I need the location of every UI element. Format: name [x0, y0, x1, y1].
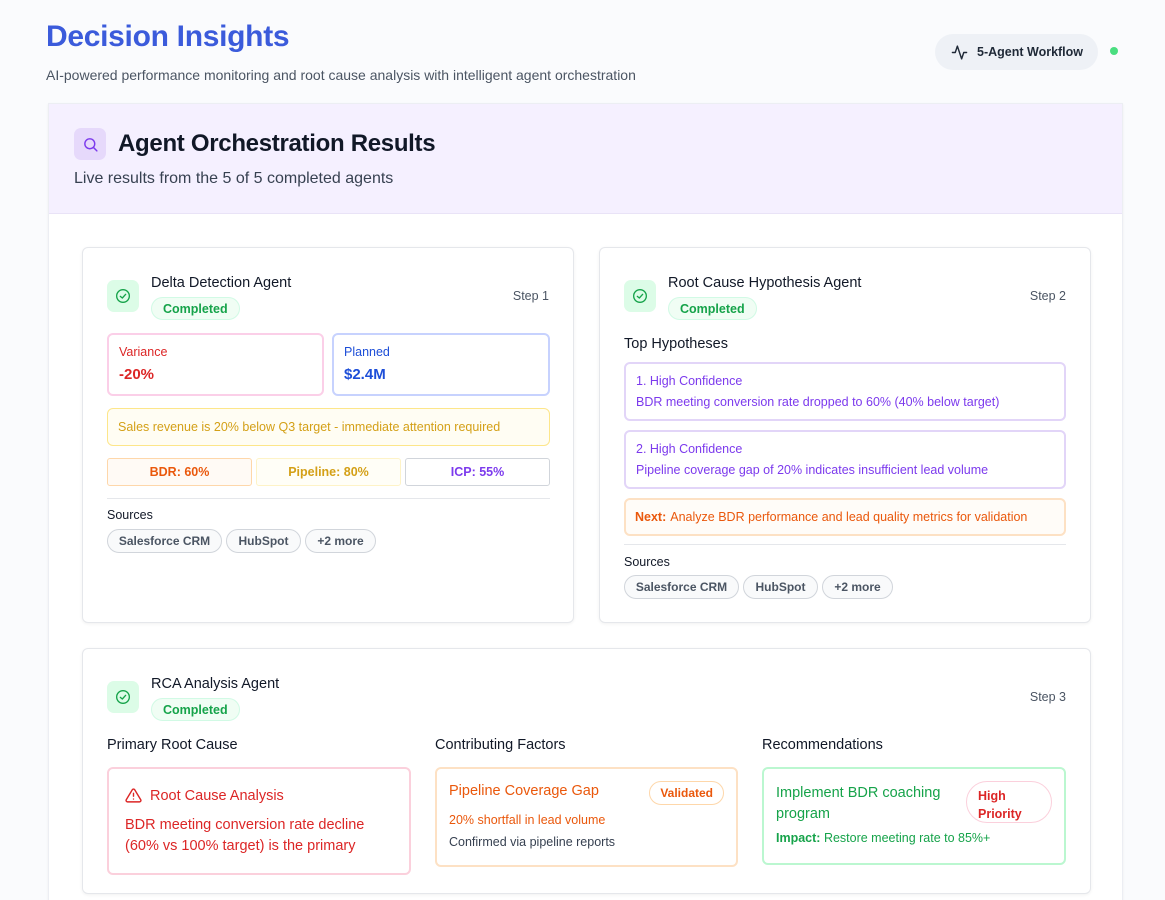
metric-chip-pipeline: Pipeline: 80%: [256, 458, 401, 486]
impact-label: Impact:: [776, 831, 821, 845]
panel-header: Agent Orchestration Results Live results…: [49, 104, 1122, 214]
workflow-button[interactable]: 5-Agent Workflow: [935, 34, 1098, 70]
next-text: Analyze BDR performance and lead quality…: [670, 510, 1028, 524]
hypotheses-title: Top Hypotheses: [624, 336, 728, 352]
hypothesis-text: BDR meeting conversion rate dropped to 6…: [636, 395, 1000, 409]
check-circle-icon: [116, 690, 130, 704]
recommendation-name: Implement BDR coaching program: [776, 785, 941, 822]
variance-box: Variance -20%: [107, 333, 324, 396]
check-badge: [107, 681, 139, 713]
agent-name: RCA Analysis Agent: [151, 676, 280, 692]
next-label: Next:: [635, 510, 667, 524]
step-label: Step 2: [1029, 289, 1066, 303]
planned-value: $2.4M: [344, 366, 386, 383]
status-badge: Completed: [668, 297, 757, 320]
next-step-box: Next: Analyze BDR performance and lead q…: [624, 498, 1066, 536]
hypothesis-text: Pipeline coverage gap of 20% indicates i…: [636, 463, 989, 477]
hypothesis-title: 2. High Confidence: [636, 442, 743, 456]
activity-icon: [951, 44, 968, 60]
warning-icon: [125, 788, 142, 803]
divider: [624, 544, 1066, 545]
source-tag-more[interactable]: +2 more: [822, 575, 893, 599]
root-cause-heading-text: Root Cause Analysis: [150, 787, 284, 804]
agent-name: Delta Detection Agent: [151, 275, 292, 291]
panel-subtitle: Live results from the 5 of 5 completed a…: [74, 170, 394, 187]
check-badge: [107, 280, 139, 312]
sources-label: Sources: [107, 508, 153, 522]
check-badge: [624, 280, 656, 312]
priority-badge: High Priority: [966, 781, 1052, 823]
search-icon: [83, 137, 98, 152]
validated-badge: Validated: [649, 781, 724, 805]
root-cause-box: Root Cause Analysis BDR meeting conversi…: [107, 767, 411, 875]
status-dot: [1110, 47, 1118, 55]
metric-chip-icp: ICP: 55%: [405, 458, 550, 486]
source-tag-salesforce[interactable]: Salesforce CRM: [107, 529, 222, 553]
variance-value: -20%: [119, 366, 155, 383]
main-panel: Agent Orchestration Results Live results…: [48, 103, 1123, 900]
root-cause-text: BDR meeting conversion rate decline (60%…: [125, 817, 365, 854]
metric-chip-bdr: BDR: 60%: [107, 458, 252, 486]
recommendation-box: Implement BDR coaching program High Prio…: [762, 767, 1066, 865]
sources-label: Sources: [624, 555, 670, 569]
step-label: Step 1: [512, 289, 549, 303]
impact-text: Restore meeting rate to 85%+: [823, 831, 991, 845]
divider: [107, 498, 550, 499]
check-circle-icon: [633, 289, 647, 303]
page-title: Decision Insights: [46, 20, 290, 53]
check-circle-icon: [116, 289, 130, 303]
hypothesis-item: 1. High Confidence BDR meeting conversio…: [624, 362, 1066, 421]
source-tag-hubspot[interactable]: HubSpot: [743, 575, 818, 599]
source-tag-hubspot[interactable]: HubSpot: [226, 529, 301, 553]
agent-name: Root Cause Hypothesis Agent: [668, 275, 862, 291]
alert-message: Sales revenue is 20% below Q3 target - i…: [107, 408, 550, 446]
workflow-label: 5-Agent Workflow: [977, 45, 1084, 59]
recommendations-title: Recommendations: [762, 737, 883, 753]
factor-detail: 20% shortfall in lead volume: [449, 813, 606, 827]
hypothesis-title: 1. High Confidence: [636, 374, 743, 388]
source-tag-salesforce[interactable]: Salesforce CRM: [624, 575, 739, 599]
planned-label: Planned: [344, 345, 390, 359]
panel-title: Agent Orchestration Results: [118, 130, 436, 157]
step-label: Step 3: [1029, 690, 1066, 704]
header-icon-wrap: [74, 128, 106, 160]
status-badge: Completed: [151, 698, 240, 721]
page-subtitle: AI-powered performance monitoring and ro…: [46, 67, 636, 83]
contributing-factors-title: Contributing Factors: [435, 737, 566, 753]
recommendation-impact: Impact: Restore meeting rate to 85%+: [776, 831, 1052, 845]
factor-confirmation: Confirmed via pipeline reports: [449, 835, 616, 849]
planned-box: Planned $2.4M: [332, 333, 550, 396]
contributing-factor-box: Pipeline Coverage Gap Validated 20% shor…: [435, 767, 738, 867]
primary-root-cause-title: Primary Root Cause: [107, 737, 238, 753]
variance-label: Variance: [119, 345, 168, 359]
hypothesis-item: 2. High Confidence Pipeline coverage gap…: [624, 430, 1066, 489]
rca-agent-card: RCA Analysis Agent Completed Step 3 Prim…: [82, 648, 1091, 894]
root-cause-heading: Root Cause Analysis: [125, 787, 393, 804]
hypothesis-agent-card: Root Cause Hypothesis Agent Completed St…: [599, 247, 1091, 623]
delta-agent-card: Delta Detection Agent Completed Step 1 V…: [82, 247, 574, 623]
source-tag-more[interactable]: +2 more: [305, 529, 376, 553]
status-badge: Completed: [151, 297, 240, 320]
